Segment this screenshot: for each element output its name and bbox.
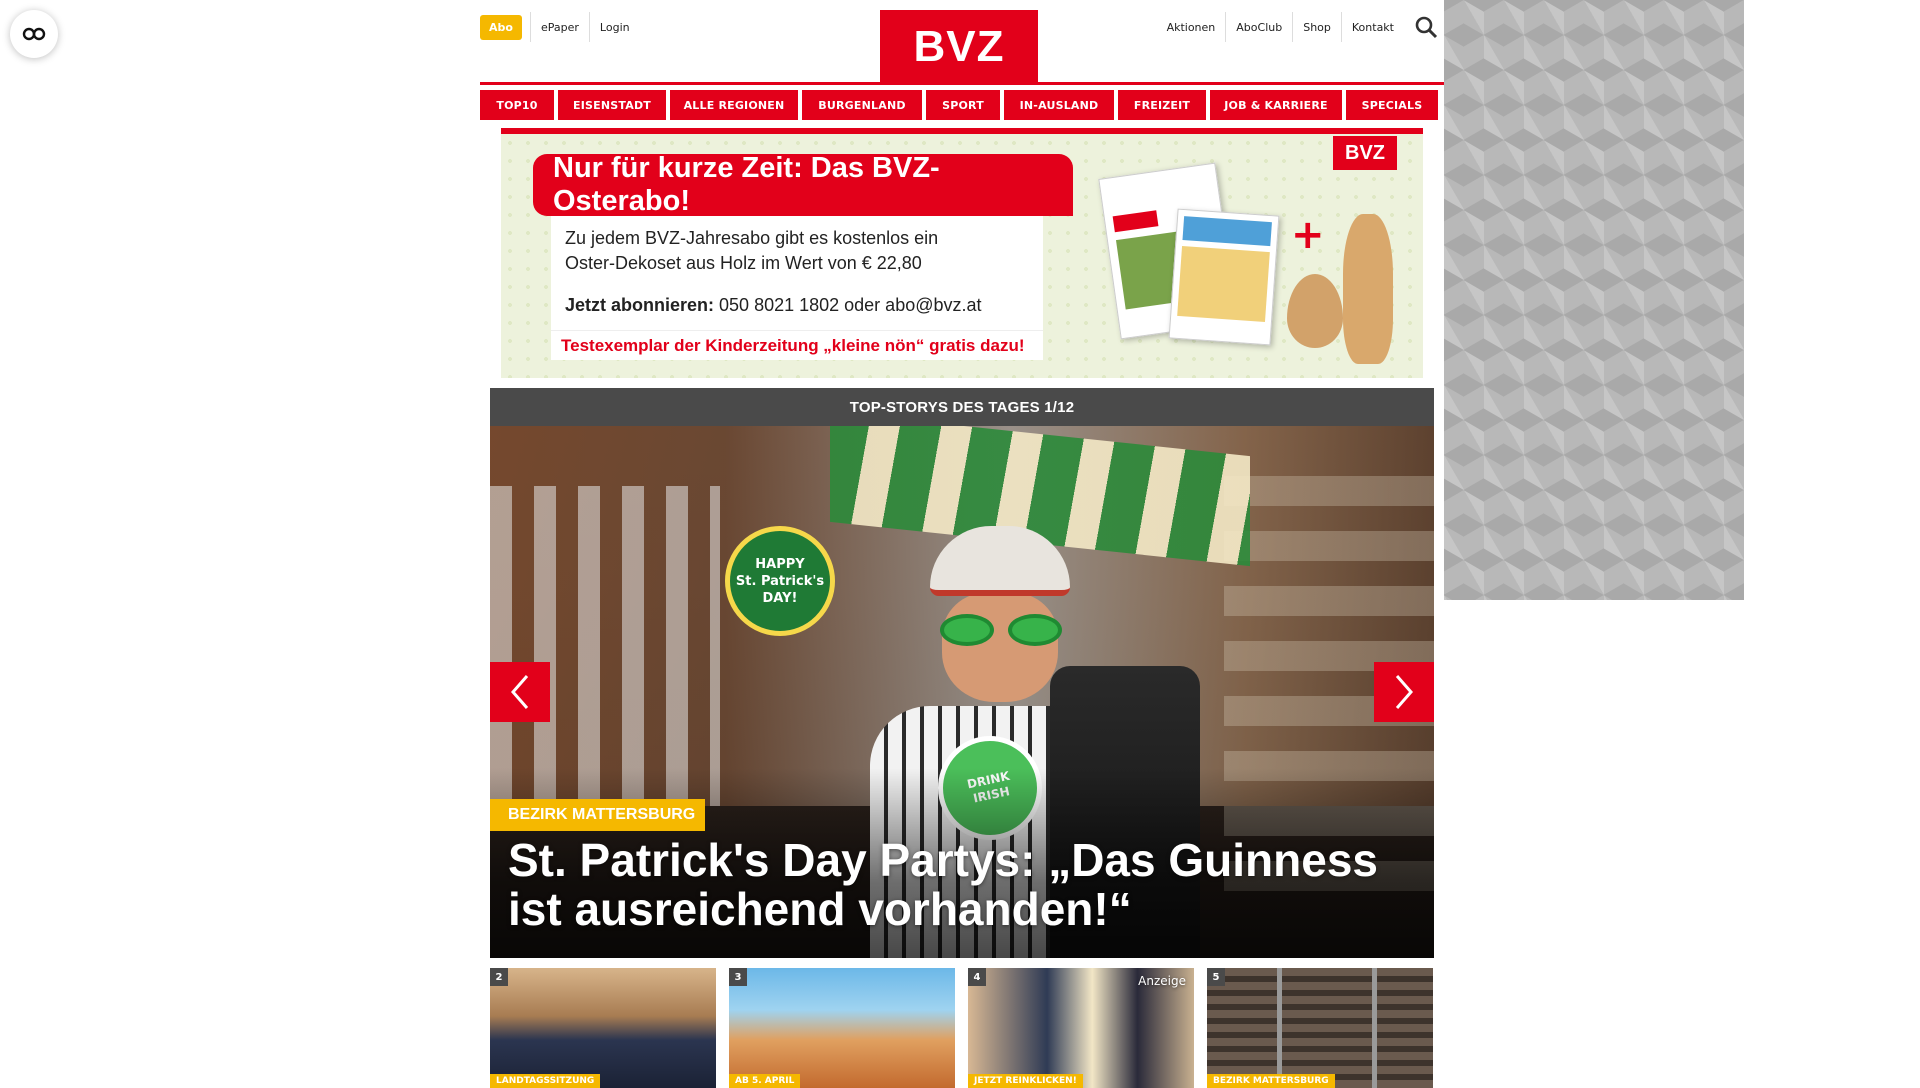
- ad-contact: Jetzt abonnieren: 050 8021 1802 oder abo…: [565, 293, 1029, 318]
- kontakt-link[interactable]: Kontakt: [1340, 12, 1404, 42]
- thumbnail-tag: AB 5. APRIL: [729, 1074, 801, 1088]
- epaper-link[interactable]: ePaper: [530, 12, 589, 42]
- nav-item-freizeit[interactable]: FREIZEIT: [1118, 90, 1206, 120]
- nav-item-burgenland[interactable]: BURGENLAND: [802, 90, 922, 120]
- top-stories-header: TOP-STORYS DES TAGES 1/12: [490, 388, 1434, 426]
- login-link[interactable]: Login: [588, 12, 640, 42]
- story-thumbnail[interactable]: 5 BEZIRK MATTERSBURG: [1207, 968, 1433, 1088]
- slider-next-button[interactable]: [1374, 662, 1434, 722]
- aktionen-link[interactable]: Aktionen: [1157, 12, 1226, 42]
- top-links-left: ePaper Login: [530, 12, 640, 42]
- ad-subline: Testexemplar der Kinderzeitung „kleine n…: [551, 330, 1043, 360]
- hero-category-tag[interactable]: BEZIRK MATTERSBURG: [490, 799, 706, 831]
- thumbnail-tag: JETZT REINKLICKEN!: [968, 1074, 1083, 1088]
- story-thumbnail[interactable]: 4 Anzeige JETZT REINKLICKEN!: [968, 968, 1194, 1088]
- ad-line-2: Oster-Dekoset aus Holz im Wert von € 22,…: [565, 253, 922, 273]
- skyscraper-ad[interactable]: [1444, 0, 1744, 600]
- nav-item-top10[interactable]: TOP10: [480, 90, 554, 120]
- hero-headline[interactable]: St. Patrick's Day Partys: „Das Guinness …: [508, 836, 1408, 934]
- aboclub-link[interactable]: AboClub: [1225, 12, 1292, 42]
- ad-headline: Nur für kurze Zeit: Das BVZ-Osterabo!: [533, 152, 1073, 217]
- thumbnail-tag: BEZIRK MATTERSBURG: [1207, 1074, 1335, 1088]
- ad-easter-bunny-image: [1343, 214, 1393, 364]
- main-nav: TOP10 EISENSTADT ALLE REGIONEN BURGENLAN…: [480, 90, 1444, 120]
- top-stories: TOP-STORYS DES TAGES 1/12 HAPPY St. Patri…: [490, 388, 1434, 1088]
- hero-slide[interactable]: HAPPYSt. Patrick'sDAY! DRINKIRISH BEZIRK…: [490, 426, 1434, 958]
- hero-photo-sign: HAPPY St. Patrick's DAY!: [725, 526, 835, 636]
- ad-line-1: Zu jedem BVZ-Jahresabo gibt es kostenlos…: [565, 228, 939, 248]
- top-links-right: Aktionen AboClub Shop Kontakt: [1157, 12, 1404, 42]
- thumbnail-tag: LANDTAGSSITZUNG: [490, 1074, 601, 1088]
- thumbnail-number: 4: [968, 968, 986, 986]
- nav-item-eisenstadt[interactable]: EISENSTADT: [558, 90, 666, 120]
- ad-contact-value: 050 8021 1802 oder abo@bvz.at: [714, 295, 982, 315]
- chevron-right-icon: [1395, 675, 1413, 709]
- nav-item-job-karriere[interactable]: JOB & KARRIERE: [1210, 90, 1342, 120]
- thumbnail-number: 3: [729, 968, 747, 986]
- nav-item-in-ausland[interactable]: IN-AUSLAND: [1004, 90, 1114, 120]
- thumbnail-number: 5: [1207, 968, 1225, 986]
- site-header: Abo ePaper Login BVZ Aktionen AboClub Sh…: [480, 0, 1444, 85]
- ad-kids-newspaper-image: [1168, 208, 1280, 346]
- header-divider: [480, 82, 1444, 85]
- search-icon[interactable]: [1414, 15, 1438, 39]
- thumbnail-ad-label: Anzeige: [1138, 974, 1186, 988]
- story-thumbnail[interactable]: 3 AB 5. APRIL: [729, 968, 955, 1088]
- osterabo-ad-banner[interactable]: Nur für kurze Zeit: Das BVZ-Osterabo! Zu…: [501, 128, 1423, 378]
- bvz-logo[interactable]: BVZ: [880, 10, 1038, 84]
- story-thumbnails: 2 LANDTAGSSITZUNG 3 AB 5. APRIL 4 Anzeig…: [490, 968, 1434, 1088]
- accessibility-button[interactable]: [10, 10, 58, 58]
- nav-item-alle-regionen[interactable]: ALLE REGIONEN: [670, 90, 798, 120]
- ad-plus-sign: +: [1291, 212, 1325, 258]
- nav-item-specials[interactable]: SPECIALS: [1346, 90, 1438, 120]
- chevron-left-icon: [511, 675, 529, 709]
- ad-bvz-logo: BVZ: [1333, 136, 1397, 170]
- slider-prev-button[interactable]: [490, 662, 550, 722]
- abo-button[interactable]: Abo: [480, 15, 522, 40]
- story-thumbnail[interactable]: 2 LANDTAGSSITZUNG: [490, 968, 716, 1088]
- page-container: Abo ePaper Login BVZ Aktionen AboClub Sh…: [480, 0, 1444, 1088]
- thumbnail-number: 2: [490, 968, 508, 986]
- glasses-icon: [22, 27, 46, 41]
- ad-contact-label: Jetzt abonnieren:: [565, 295, 715, 315]
- hero-photo-bottles: [490, 486, 720, 806]
- nav-item-sport[interactable]: SPORT: [926, 90, 1000, 120]
- shop-link[interactable]: Shop: [1292, 12, 1341, 42]
